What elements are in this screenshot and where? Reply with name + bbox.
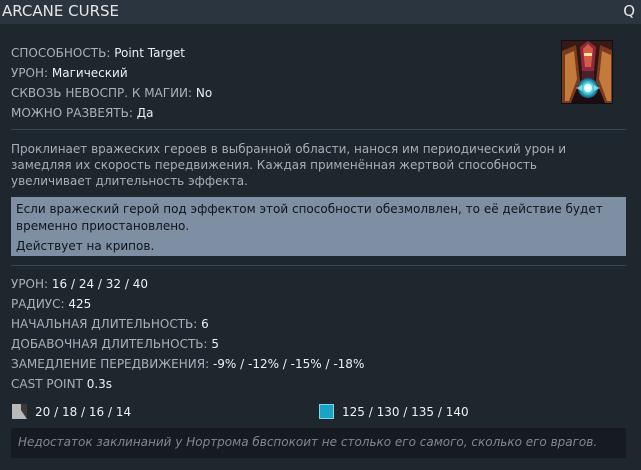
ability-stats: УРОН: 16 / 24 / 32 / 40 РАДИУС: 425 НАЧА… xyxy=(11,274,364,394)
stat-row: РАДИУС: 425 xyxy=(11,294,364,314)
ability-description: Проклинает вражеских героев в выбранной … xyxy=(11,142,567,188)
tooltip-header: ARCANE CURSE Q xyxy=(0,0,641,24)
ability-costs: 20 / 18 / 16 / 14 125 / 130 / 135 / 140 xyxy=(11,404,626,422)
property-row: УРОН: Магический xyxy=(11,63,212,83)
property-key: СКВОЗЬ НЕВОСПР. К МАГИИ: xyxy=(11,86,193,100)
property-row: МОЖНО РАЗВЕЯТЬ: Да xyxy=(11,103,212,123)
property-value: Да xyxy=(136,106,154,120)
stat-key: CAST POINT xyxy=(11,377,83,391)
note-line: Действует на крипов. xyxy=(16,239,155,253)
ability-properties: СПОСОБНОСТЬ: Point Target УРОН: Магическ… xyxy=(11,43,212,123)
stat-key: ЗАМЕДЛЕНИЕ ПЕРЕДВИЖЕНИЯ: xyxy=(11,357,210,371)
divider xyxy=(11,129,626,130)
ability-note: Если вражеский герой под эффектом этой с… xyxy=(11,197,626,256)
property-value: Магический xyxy=(51,66,128,80)
property-key: СПОСОБНОСТЬ: xyxy=(11,46,111,60)
cooldown-value: 20 / 18 / 16 / 14 xyxy=(35,405,132,419)
stat-row: ЗАМЕДЛЕНИЕ ПЕРЕДВИЖЕНИЯ: -9% / -12% / -1… xyxy=(11,354,364,374)
property-row: СКВОЗЬ НЕВОСПР. К МАГИИ: No xyxy=(11,83,212,103)
stat-key: РАДИУС: xyxy=(11,297,65,311)
divider xyxy=(11,265,626,266)
stat-value: 425 xyxy=(68,297,92,311)
stat-value: 16 / 24 / 32 / 40 xyxy=(51,277,148,291)
stat-key: ДОБАВОЧНАЯ ДЛИТЕЛЬНОСТЬ: xyxy=(11,337,208,351)
property-value: No xyxy=(195,86,213,100)
stat-key: УРОН: xyxy=(11,277,49,291)
lore-text: Недостаток заклинаний у Нортрома бвспоко… xyxy=(11,428,626,458)
stat-row: УРОН: 16 / 24 / 32 / 40 xyxy=(11,274,364,294)
property-row: СПОСОБНОСТЬ: Point Target xyxy=(11,43,212,63)
ability-title: ARCANE CURSE xyxy=(2,2,120,20)
property-key: МОЖНО РАЗВЕЯТЬ: xyxy=(11,106,133,120)
stat-value: 0.3s xyxy=(86,377,113,391)
stat-row: НАЧАЛЬНАЯ ДЛИТЕЛЬНОСТЬ: 6 xyxy=(11,314,364,334)
mana-icon xyxy=(319,404,334,419)
stat-row: ДОБАВОЧНАЯ ДЛИТЕЛЬНОСТЬ: 5 xyxy=(11,334,364,354)
cooldown-icon xyxy=(12,404,27,419)
stat-value: 6 xyxy=(201,317,209,331)
hotkey-label: Q xyxy=(623,2,635,20)
stat-row: CAST POINT 0.3s xyxy=(11,374,364,394)
mana-cost-value: 125 / 130 / 135 / 140 xyxy=(342,405,469,419)
note-line: Если вражеский герой под эффектом этой с… xyxy=(16,202,603,233)
stat-key: НАЧАЛЬНАЯ ДЛИТЕЛЬНОСТЬ: xyxy=(11,317,198,331)
stat-value: -9% / -12% / -15% / -18% xyxy=(212,357,365,371)
stat-value: 5 xyxy=(211,337,220,351)
property-key: УРОН: xyxy=(11,66,49,80)
arcane-curse-ability-icon xyxy=(561,40,613,104)
property-value: Point Target xyxy=(114,46,185,60)
ability-art xyxy=(562,41,612,103)
